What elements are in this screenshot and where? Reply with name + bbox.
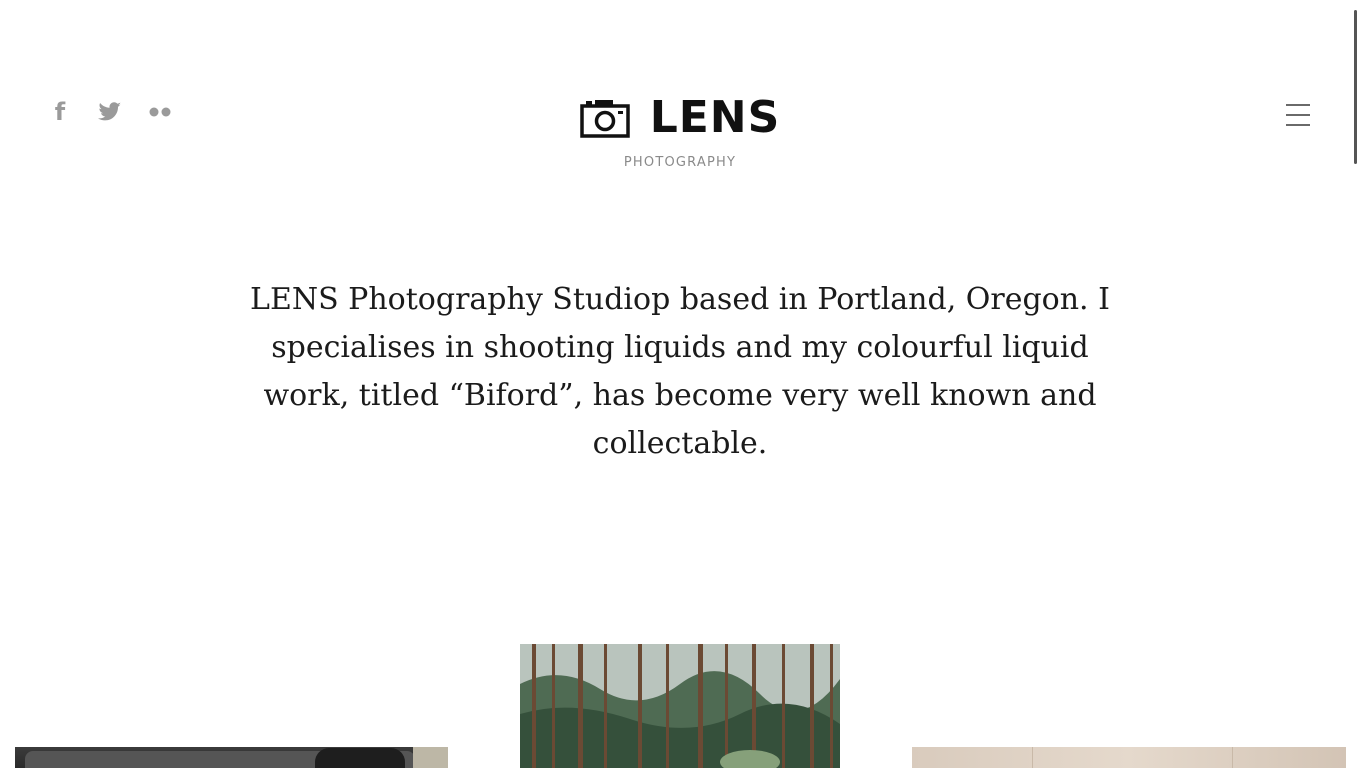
- menu-line: [1286, 124, 1310, 126]
- camera-icon: [579, 100, 630, 138]
- menu-line: [1286, 114, 1310, 116]
- logo-subtitle: PHOTOGRAPHY: [623, 155, 737, 170]
- menu-line: [1286, 104, 1310, 106]
- forest-trees: [520, 644, 840, 768]
- logo-title: LENS: [649, 92, 781, 143]
- site-logo[interactable]: LENS PHOTOGRAPHY: [0, 96, 1360, 170]
- logo-row: LENS: [579, 92, 781, 143]
- scrollbar-thumb[interactable]: [1354, 10, 1357, 164]
- wall-seam: [1232, 747, 1233, 768]
- pillow-shape: [315, 748, 405, 768]
- hamburger-menu-icon[interactable]: [1286, 104, 1310, 126]
- gallery-image-wall[interactable]: [912, 747, 1346, 768]
- gallery-image-interior[interactable]: [15, 747, 448, 768]
- scrollbar[interactable]: [1348, 0, 1360, 768]
- intro-text: LENS Photography Studiop based in Portla…: [250, 282, 1110, 461]
- gallery-image-forest[interactable]: [520, 644, 840, 768]
- window-shape: [413, 747, 448, 768]
- wall-seam: [1032, 747, 1033, 768]
